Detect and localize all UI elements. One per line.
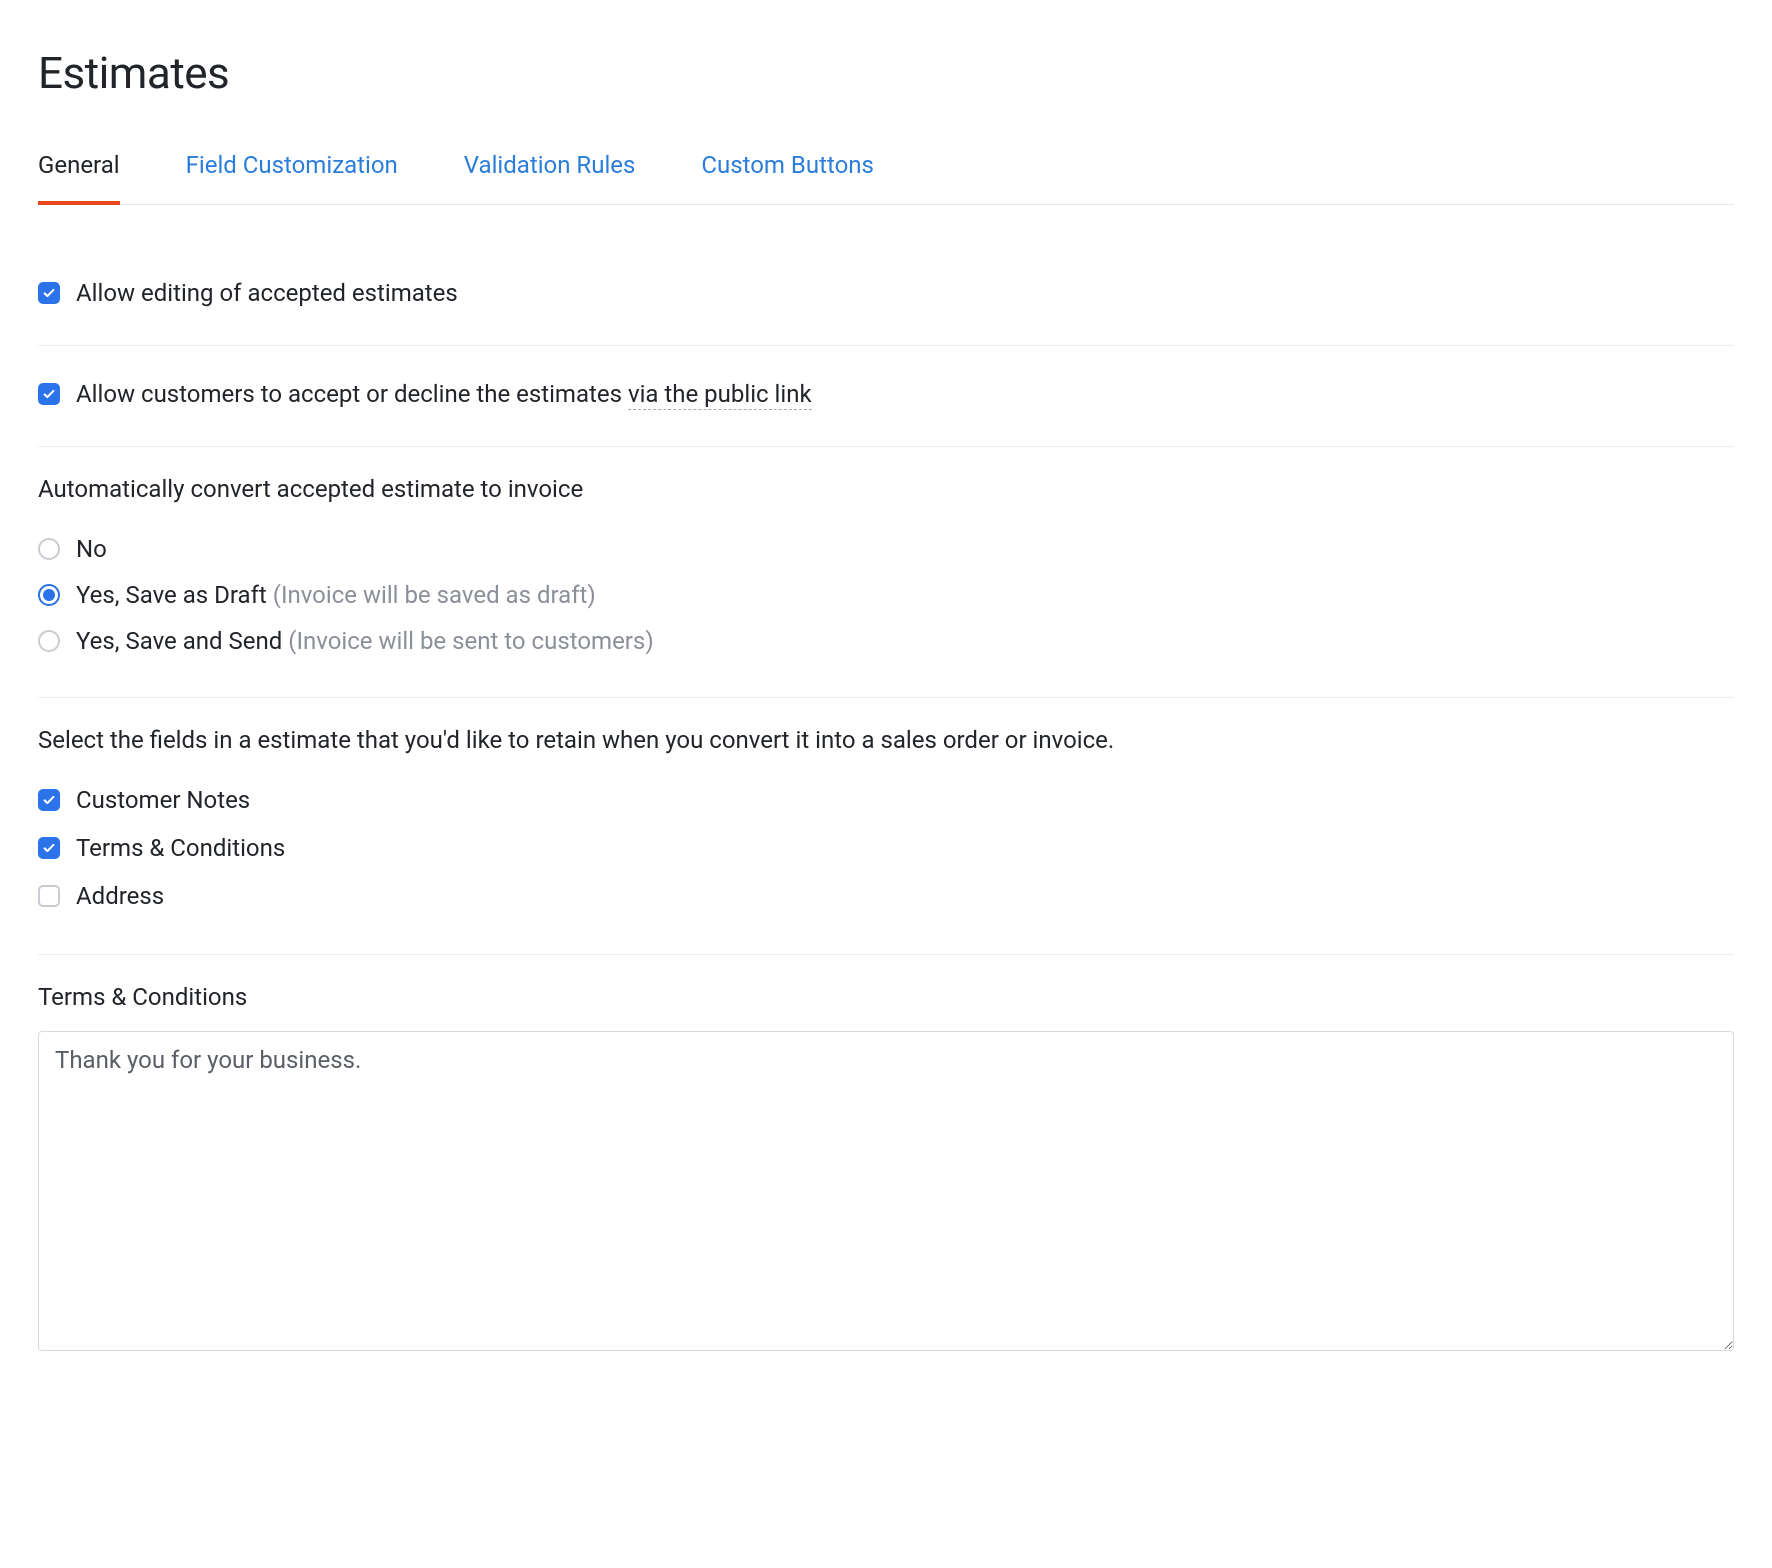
label-allow-customer-accept-text: Allow customers to accept or decline the… — [76, 380, 628, 408]
section-auto-convert: Automatically convert accepted estimate … — [38, 447, 1734, 698]
checkbox-retain-address[interactable] — [38, 885, 60, 907]
tab-custom-buttons[interactable]: Custom Buttons — [701, 147, 874, 205]
label-retain-terms-conditions: Terms & Conditions — [76, 830, 285, 866]
label-retain-customer-notes: Customer Notes — [76, 782, 250, 818]
label-retain-address: Address — [76, 878, 164, 914]
section-terms-conditions: Terms & Conditions — [38, 955, 1734, 1387]
tabs: General Field Customization Validation R… — [38, 146, 1734, 205]
heading-auto-convert: Automatically convert accepted estimate … — [38, 471, 1734, 507]
section-allow-edit: Allow editing of accepted estimates — [38, 245, 1734, 346]
section-allow-customer-accept: Allow customers to accept or decline the… — [38, 346, 1734, 447]
section-retain-fields: Select the fields in a estimate that you… — [38, 698, 1734, 955]
tab-validation-rules[interactable]: Validation Rules — [464, 147, 636, 205]
checkbox-allow-edit-accepted[interactable] — [38, 282, 60, 304]
label-allow-edit-accepted: Allow editing of accepted estimates — [76, 275, 458, 311]
label-terms-conditions: Terms & Conditions — [38, 979, 1734, 1015]
page-title: Estimates — [38, 40, 1734, 106]
radio-auto-convert-save-draft[interactable] — [38, 584, 60, 606]
label-allow-customer-accept: Allow customers to accept or decline the… — [76, 376, 812, 412]
label-auto-convert-save-draft-text: Yes, Save as Draft — [76, 581, 273, 609]
tab-general[interactable]: General — [38, 147, 120, 205]
heading-retain-fields: Select the fields in a estimate that you… — [38, 722, 1734, 758]
textarea-terms-conditions[interactable] — [38, 1031, 1734, 1351]
radio-auto-convert-no[interactable] — [38, 538, 60, 560]
label-auto-convert-save-draft: Yes, Save as Draft (Invoice will be save… — [76, 577, 596, 613]
link-public-link[interactable]: via the public link — [628, 380, 812, 410]
checkbox-retain-terms-conditions[interactable] — [38, 837, 60, 859]
radio-auto-convert-save-send[interactable] — [38, 630, 60, 652]
hint-auto-convert-save-draft: (Invoice will be saved as draft) — [273, 581, 596, 609]
label-auto-convert-save-send: Yes, Save and Send (Invoice will be sent… — [76, 623, 654, 659]
hint-auto-convert-save-send: (Invoice will be sent to customers) — [288, 627, 653, 655]
label-auto-convert-no: No — [76, 531, 107, 567]
checkbox-allow-customer-accept[interactable] — [38, 383, 60, 405]
tab-field-customization[interactable]: Field Customization — [186, 147, 398, 205]
checkbox-retain-customer-notes[interactable] — [38, 789, 60, 811]
label-auto-convert-save-send-text: Yes, Save and Send — [76, 627, 288, 655]
